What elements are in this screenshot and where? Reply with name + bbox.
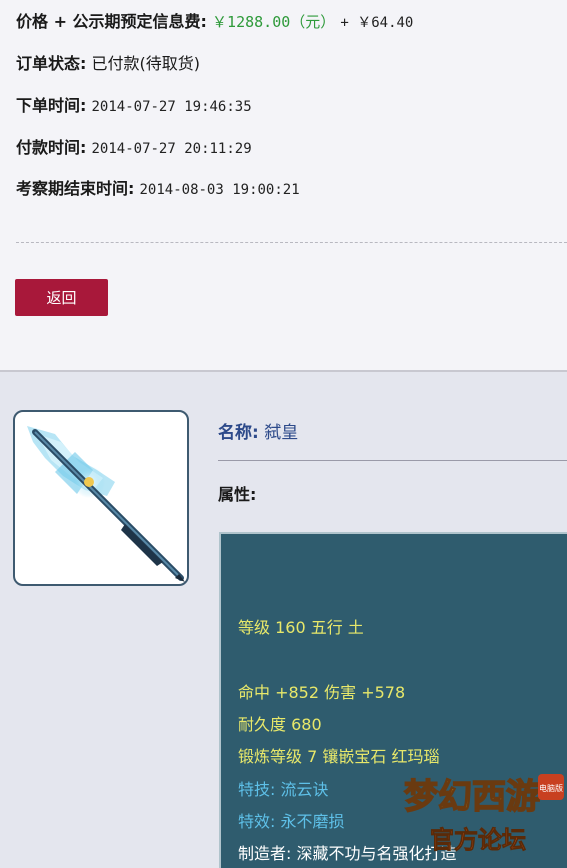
attr-label: 属性: [218, 485, 257, 504]
price-label: 价格 + 公示期预定信息费: [16, 12, 207, 31]
item-name-row: 名称: 弑皇 [218, 418, 298, 443]
status-value: 已付款(待取货) [91, 54, 201, 73]
stat-hit-damage: 命中 +852 伤害 +578 [238, 683, 406, 702]
logo-badge: 电脑版 [539, 783, 563, 793]
inspect-end-value: 2014-08-03 19:00:21 [139, 182, 300, 198]
back-button[interactable]: 返回 [15, 279, 108, 316]
stat-effect: 特效: 永不磨损 [238, 812, 345, 831]
item-image [13, 410, 189, 586]
order-time-row: 下单时间: 2014-07-27 19:46:35 [16, 92, 252, 116]
stat-skill: 特技: 流云诀 [238, 780, 329, 799]
logo-subtitle: 官方论坛 [430, 825, 526, 854]
pay-time-label: 付款时间: [16, 138, 87, 157]
dashed-divider [16, 242, 567, 243]
item-name-value: 弑皇 [264, 423, 299, 443]
item-name-label: 名称: [218, 423, 259, 443]
fee-value: + ￥64.40 [340, 15, 414, 31]
sword-icon [27, 426, 185, 582]
logo-title: 梦幻西游 [404, 777, 540, 817]
name-divider [218, 460, 567, 461]
status-row: 订单状态: 已付款(待取货) [16, 50, 200, 74]
pay-time-row: 付款时间: 2014-07-27 20:11:29 [16, 134, 252, 158]
game-logo: 梦幻西游 电脑版 官方论坛 [403, 774, 564, 854]
inspect-end-label: 考察期结束时间: [16, 179, 135, 198]
status-label: 订单状态: [16, 54, 87, 73]
inspect-end-row: 考察期结束时间: 2014-08-03 19:00:21 [16, 175, 300, 199]
price-row: 价格 + 公示期预定信息费: ￥1288.00（元） + ￥64.40 [16, 8, 413, 32]
price-value: ￥1288.00（元） [212, 13, 336, 31]
stat-level: 等级 160 五行 土 [238, 618, 364, 637]
order-time-label: 下单时间: [16, 96, 87, 115]
pay-time-value: 2014-07-27 20:11:29 [91, 141, 252, 157]
order-time-value: 2014-07-27 19:46:35 [91, 99, 252, 115]
order-info-panel: 价格 + 公示期预定信息费: ￥1288.00（元） + ￥64.40 订单状态… [0, 0, 567, 370]
stat-durability: 耐久度 680 [238, 715, 322, 734]
